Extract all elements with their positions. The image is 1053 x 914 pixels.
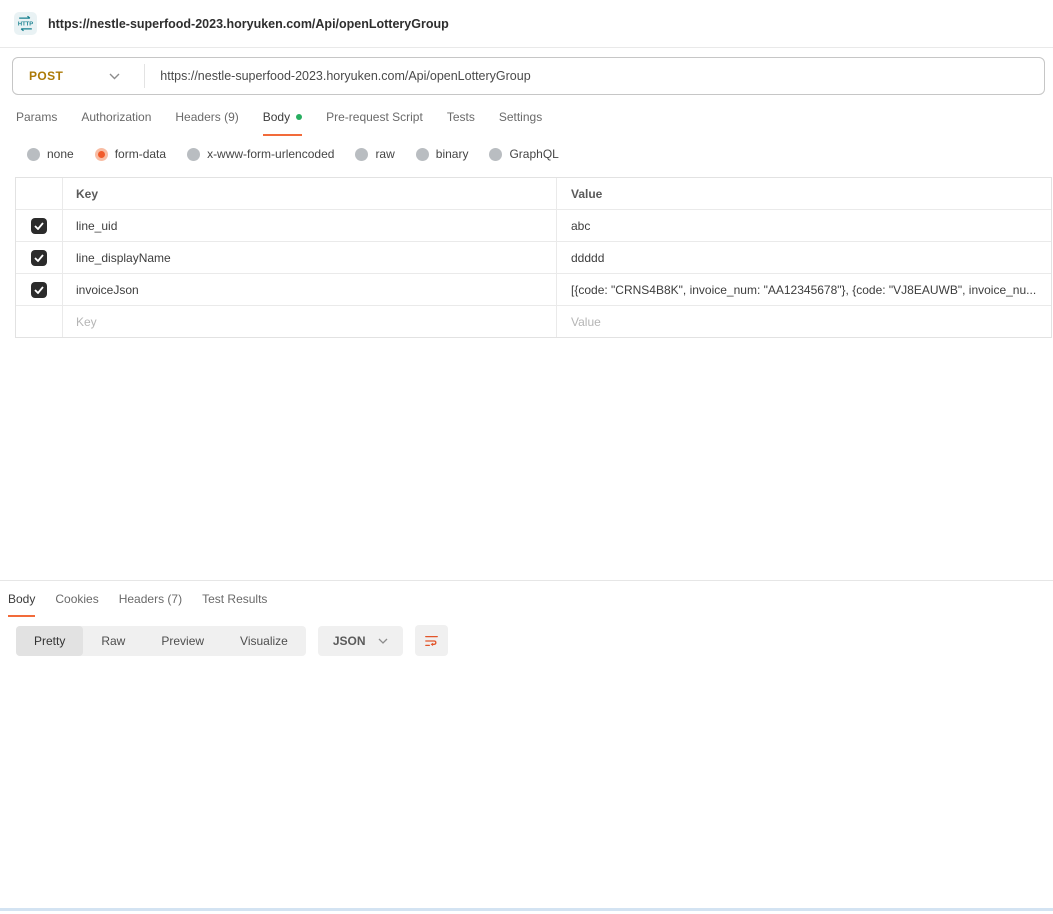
tab-params[interactable]: Params	[16, 110, 57, 136]
radio-icon	[355, 148, 368, 161]
wrap-lines-button[interactable]	[415, 625, 448, 656]
response-panel: Body Cookies Headers (7) Test Results Pr…	[0, 580, 1053, 914]
divider	[144, 64, 145, 88]
radio-selected-icon	[95, 148, 108, 161]
table-row: invoiceJson [{code: "CRNS4B8K", invoice_…	[16, 273, 1051, 305]
key-column-header: Key	[63, 178, 557, 209]
key-cell[interactable]: line_uid	[63, 210, 557, 241]
tab-pre-request-script[interactable]: Pre-request Script	[326, 110, 423, 136]
key-cell[interactable]: invoiceJson	[63, 274, 557, 305]
response-tab-cookies[interactable]: Cookies	[55, 592, 98, 617]
tab-settings[interactable]: Settings	[499, 110, 542, 136]
table-row: line_uid abc	[16, 209, 1051, 241]
tab-headers[interactable]: Headers (9)	[175, 110, 238, 136]
form-data-table: Key Value line_uid abc line_displayName …	[15, 177, 1052, 338]
response-tab-body[interactable]: Body	[8, 592, 35, 617]
request-tabs: Params Authorization Headers (9) Body Pr…	[16, 110, 542, 136]
response-tab-headers[interactable]: Headers (7)	[119, 592, 182, 617]
row-checkbox[interactable]	[31, 218, 47, 234]
mode-binary[interactable]: binary	[416, 147, 469, 161]
view-raw-button[interactable]: Raw	[83, 626, 143, 656]
empty-checkbox-cell	[16, 306, 63, 337]
radio-icon	[27, 148, 40, 161]
view-pretty-button[interactable]: Pretty	[16, 626, 83, 656]
key-cell[interactable]: line_displayName	[63, 242, 557, 273]
chevron-down-icon[interactable]	[109, 73, 120, 80]
svg-text:HTTP: HTTP	[18, 22, 33, 28]
view-visualize-button[interactable]: Visualize	[222, 626, 306, 656]
request-title-bar: HTTP https://nestle-superfood-2023.horyu…	[0, 0, 1053, 48]
response-toolbar: Pretty Raw Preview Visualize JSON	[16, 625, 1053, 656]
mode-none[interactable]: none	[27, 147, 74, 161]
body-mode-options: none form-data x-www-form-urlencoded raw…	[27, 147, 559, 161]
method-selector[interactable]: POST	[29, 69, 63, 83]
url-input[interactable]: https://nestle-superfood-2023.horyuken.c…	[160, 69, 530, 83]
select-column-header	[16, 178, 63, 209]
value-placeholder[interactable]: Value	[557, 306, 1051, 337]
mode-x-www-form-urlencoded[interactable]: x-www-form-urlencoded	[187, 147, 334, 161]
value-cell[interactable]: ddddd	[557, 242, 1051, 273]
tab-body[interactable]: Body	[263, 110, 302, 136]
view-mode-switcher: Pretty Raw Preview Visualize	[16, 626, 306, 656]
radio-icon	[489, 148, 502, 161]
request-tab-title: https://nestle-superfood-2023.horyuken.c…	[48, 17, 449, 31]
response-tabs: Body Cookies Headers (7) Test Results	[0, 581, 1053, 617]
value-column-header: Value	[557, 178, 1051, 209]
wrap-lines-icon	[424, 634, 439, 648]
horizontal-scrollbar[interactable]	[0, 908, 1053, 911]
tab-authorization[interactable]: Authorization	[81, 110, 151, 136]
row-checkbox[interactable]	[31, 250, 47, 266]
row-checkbox[interactable]	[31, 282, 47, 298]
mode-form-data[interactable]: form-data	[95, 147, 166, 161]
postman-window: HTTP https://nestle-superfood-2023.horyu…	[0, 0, 1053, 914]
format-select[interactable]: JSON	[318, 626, 403, 656]
mode-raw[interactable]: raw	[355, 147, 394, 161]
value-cell[interactable]: [{code: "CRNS4B8K", invoice_num: "AA1234…	[557, 274, 1051, 305]
radio-icon	[416, 148, 429, 161]
view-preview-button[interactable]: Preview	[143, 626, 222, 656]
body-modified-dot	[296, 114, 302, 120]
table-placeholder-row: Key Value	[16, 305, 1051, 337]
mode-graphql[interactable]: GraphQL	[489, 147, 558, 161]
radio-icon	[187, 148, 200, 161]
key-placeholder[interactable]: Key	[63, 306, 557, 337]
chevron-down-icon	[378, 638, 388, 644]
url-bar: POST https://nestle-superfood-2023.horyu…	[12, 57, 1045, 95]
table-header-row: Key Value	[16, 178, 1051, 209]
table-row: line_displayName ddddd	[16, 241, 1051, 273]
value-cell[interactable]: abc	[557, 210, 1051, 241]
response-tab-test-results[interactable]: Test Results	[202, 592, 267, 617]
tab-tests[interactable]: Tests	[447, 110, 475, 136]
http-request-icon: HTTP	[14, 12, 37, 35]
